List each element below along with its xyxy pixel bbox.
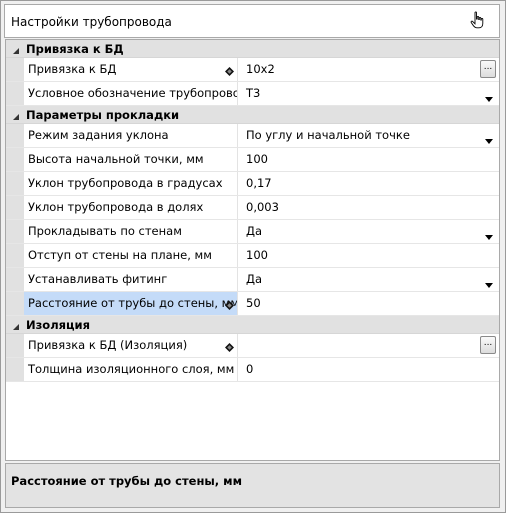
property-name[interactable]: Привязка к БД — [24, 58, 238, 81]
row-gutter — [6, 172, 24, 195]
property-value[interactable] — [244, 334, 499, 357]
property-value[interactable]: 50 — [244, 292, 499, 315]
property-value[interactable]: 0,17 — [244, 172, 499, 195]
diamond-icon — [225, 65, 234, 76]
ellipsis-button[interactable]: ... — [480, 336, 496, 354]
property-value[interactable]: 10x2 — [244, 58, 499, 81]
property-name[interactable]: Отступ от стены на плане, мм — [24, 244, 238, 267]
property-row[interactable]: Уклон трубопровода в долях 0,003 — [6, 196, 499, 220]
row-gutter — [6, 124, 24, 147]
description-panel: Расстояние от трубы до стены, мм — [5, 463, 500, 508]
property-row[interactable]: Устанавливать фитинг Да — [6, 268, 499, 292]
property-value[interactable]: 100 — [244, 148, 499, 171]
property-row[interactable]: Привязка к БД 10x2... — [6, 58, 499, 82]
dropdown-arrow-icon[interactable] — [485, 277, 493, 288]
property-value[interactable]: Да — [244, 220, 499, 243]
dropdown-arrow-icon[interactable] — [485, 133, 493, 144]
category-header[interactable]: Параметры прокладки — [6, 106, 499, 124]
property-row[interactable]: Прокладывать по стенам Да — [6, 220, 499, 244]
property-row[interactable]: Режим задания уклона По углу и начальной … — [6, 124, 499, 148]
property-value[interactable]: По углу и начальной точке — [244, 124, 499, 147]
property-name[interactable]: Прокладывать по стенам — [24, 220, 238, 243]
row-gutter — [6, 268, 24, 291]
property-row[interactable]: Привязка к БД (Изоляция)... — [6, 334, 499, 358]
property-value[interactable]: Да — [244, 268, 499, 291]
category-header[interactable]: Привязка к БД — [6, 40, 499, 58]
row-gutter — [6, 358, 24, 381]
property-name[interactable]: Расстояние от трубы до стены, мм — [24, 292, 238, 315]
property-value[interactable]: 0 — [244, 358, 499, 381]
category-label: Привязка к БД — [26, 42, 124, 56]
diamond-icon — [225, 299, 234, 310]
property-row[interactable]: Высота начальной точки, мм 100 — [6, 148, 499, 172]
property-name[interactable]: Толщина изоляционного слоя, мм — [24, 358, 238, 381]
row-gutter — [6, 292, 24, 315]
hand-pointer-icon[interactable] — [469, 11, 485, 29]
property-value[interactable]: 0,003 — [244, 196, 499, 219]
row-gutter — [6, 196, 24, 219]
property-name[interactable]: Уклон трубопровода в градусах — [24, 172, 238, 195]
collapse-triangle-icon[interactable] — [12, 44, 20, 54]
category-label: Параметры прокладки — [26, 108, 180, 122]
window-header: Настройки трубопровода — [4, 4, 500, 38]
property-row[interactable]: Условное обозначение трубопровода T3 — [6, 82, 499, 106]
property-name[interactable]: Устанавливать фитинг — [24, 268, 238, 291]
dropdown-arrow-icon[interactable] — [485, 91, 493, 102]
row-gutter — [6, 82, 24, 105]
property-row[interactable]: Толщина изоляционного слоя, мм 0 — [6, 358, 499, 382]
dropdown-arrow-icon[interactable] — [485, 229, 493, 240]
diamond-icon — [225, 341, 234, 352]
row-gutter — [6, 148, 24, 171]
property-name[interactable]: Режим задания уклона — [24, 124, 238, 147]
property-name[interactable]: Уклон трубопровода в долях — [24, 196, 238, 219]
property-grid: Привязка к БД Привязка к БД 10x2... Условно… — [5, 39, 500, 461]
collapse-triangle-icon[interactable] — [12, 320, 20, 330]
property-row[interactable]: Отступ от стены на плане, мм 100 — [6, 244, 499, 268]
category-header[interactable]: Изоляция — [6, 316, 499, 334]
row-gutter — [6, 244, 24, 267]
window-title: Настройки трубопровода — [11, 15, 172, 29]
property-name[interactable]: Условное обозначение трубопровода — [24, 82, 238, 105]
description-text: Расстояние от трубы до стены, мм — [11, 474, 242, 488]
row-gutter — [6, 334, 24, 357]
property-name[interactable]: Привязка к БД (Изоляция) — [24, 334, 238, 357]
property-value[interactable]: 100 — [244, 244, 499, 267]
pipeline-settings-window: Настройки трубопровода Привязка к БД Прив… — [0, 0, 506, 513]
property-value[interactable]: T3 — [244, 82, 499, 105]
property-name[interactable]: Высота начальной точки, мм — [24, 148, 238, 171]
ellipsis-button[interactable]: ... — [480, 60, 496, 78]
row-gutter — [6, 58, 24, 81]
property-row[interactable]: Уклон трубопровода в градусах 0,17 — [6, 172, 499, 196]
category-label: Изоляция — [26, 318, 90, 332]
property-row[interactable]: Расстояние от трубы до стены, мм 50 — [6, 292, 499, 316]
collapse-triangle-icon[interactable] — [12, 110, 20, 120]
row-gutter — [6, 220, 24, 243]
